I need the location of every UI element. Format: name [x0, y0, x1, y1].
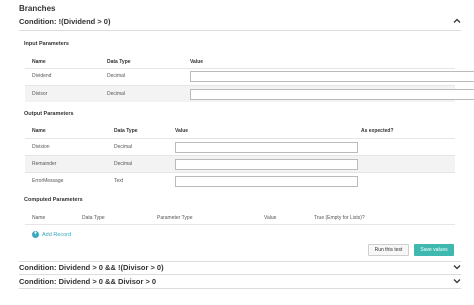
save-values-button[interactable]: Save values	[414, 244, 454, 256]
computed-header-value: Value	[264, 215, 277, 221]
input-header-name: Name	[32, 59, 46, 65]
condition-label: Condition: Dividend > 0 && !(Divisor > 0…	[19, 262, 164, 272]
table-row: Dividend Decimal	[25, 68, 474, 83]
condition-header-2[interactable]: Condition: Dividend > 0 && !(Divisor > 0…	[19, 261, 464, 273]
param-type: Decimal	[114, 144, 133, 150]
section-title-computed: Computed Parameters	[24, 197, 83, 203]
param-name: Dividend	[32, 73, 52, 79]
page-title: Branches	[19, 4, 56, 13]
run-test-button[interactable]: Run this test	[368, 244, 409, 256]
section-title-input: Input Parameters	[24, 41, 69, 47]
input-header-type: Data Type	[107, 59, 131, 65]
condition-header-1[interactable]: Condition: !(Dividend > 0)	[19, 15, 464, 27]
dividend-value-input[interactable]	[190, 71, 474, 82]
divider	[19, 288, 461, 289]
condition-header-3[interactable]: Condition: Dividend > 0 && Divisor > 0	[19, 275, 464, 287]
chevron-down-icon	[453, 279, 461, 284]
param-type: Text	[114, 178, 124, 184]
output-header-value: Value	[175, 128, 189, 134]
add-record-label: Add Record	[42, 231, 72, 238]
computed-header-name: Name	[32, 215, 46, 221]
param-type: Decimal	[114, 161, 133, 167]
divider	[25, 224, 455, 225]
param-name: ErrorMessage	[32, 178, 64, 184]
computed-header-paramtype: Parameter Type	[157, 215, 193, 221]
plus-circle-icon: +	[32, 231, 39, 238]
add-record-link[interactable]: + Add Record	[32, 231, 71, 238]
condition-label: Condition: !(Dividend > 0)	[19, 16, 111, 26]
table-row: Division Decimal	[25, 138, 455, 155]
computed-header-type: Data Type	[82, 215, 105, 221]
errormessage-value-input[interactable]	[175, 176, 358, 187]
param-name: Remainder	[32, 161, 57, 167]
table-row: Remainder Decimal	[25, 155, 455, 172]
chevron-up-icon	[453, 18, 461, 23]
division-value-input[interactable]	[175, 142, 358, 153]
chevron-down-icon	[453, 265, 461, 270]
param-type: Decimal	[107, 73, 126, 79]
table-row: ErrorMessage Text	[25, 172, 455, 189]
output-header-type: Data Type	[114, 128, 138, 134]
remainder-value-input[interactable]	[175, 159, 358, 170]
param-name: Divisor	[32, 91, 48, 97]
param-type: Decimal	[107, 91, 126, 97]
param-name: Division	[32, 144, 50, 150]
section-title-output: Output Parameters	[24, 111, 74, 117]
condition-label: Condition: Dividend > 0 && Divisor > 0	[19, 276, 157, 286]
output-header-expected: As expected?	[361, 128, 394, 134]
divisor-value-input[interactable]	[190, 89, 474, 100]
input-header-value: Value	[190, 59, 204, 65]
output-header-name: Name	[32, 128, 46, 134]
table-row: Divisor Decimal	[25, 85, 474, 102]
computed-header-true: True (Empty for Lists)?	[314, 215, 365, 221]
